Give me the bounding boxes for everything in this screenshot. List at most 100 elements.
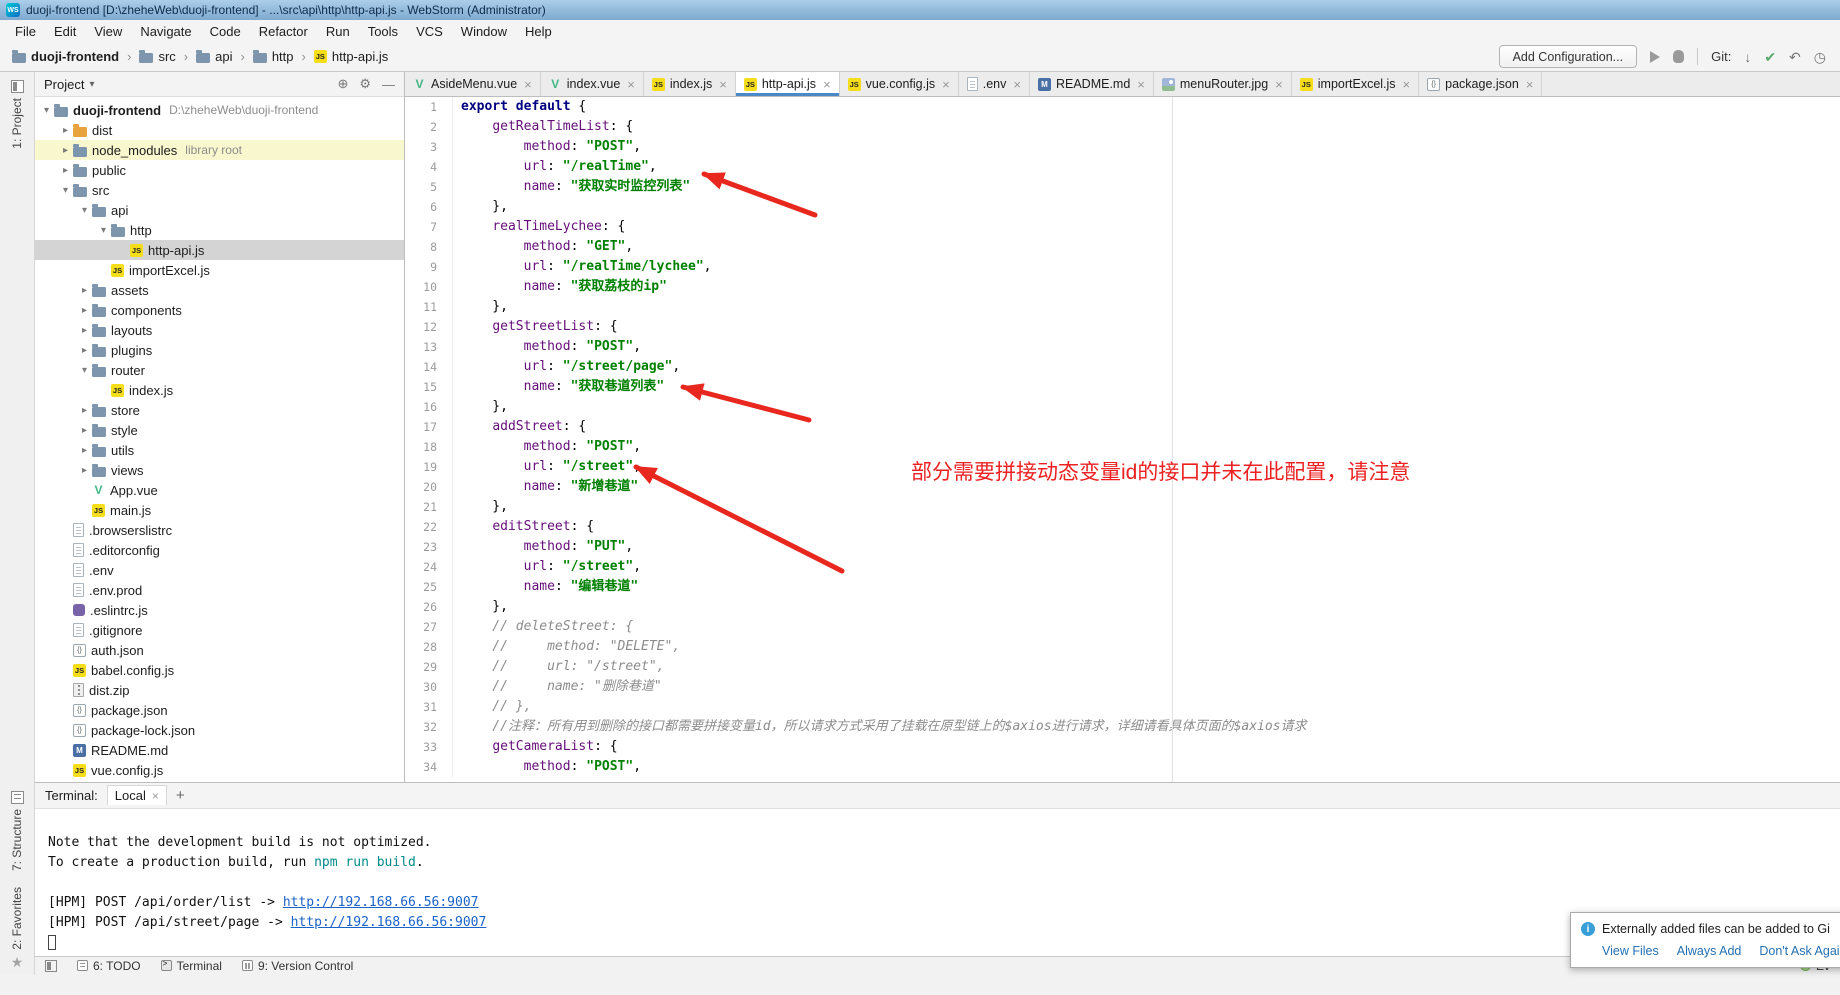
breadcrumb-item-http-api.js[interactable]: JShttp-api.js	[312, 49, 390, 64]
menu-window[interactable]: Window	[452, 22, 516, 41]
menu-edit[interactable]: Edit	[45, 22, 85, 41]
breadcrumb-item-duoji-frontend[interactable]: duoji-frontend	[10, 49, 121, 64]
tab-.env[interactable]: .env×	[959, 72, 1030, 96]
chevron-down-icon[interactable]: ▾	[39, 105, 54, 116]
project-tool-button[interactable]: 1: Project	[10, 80, 24, 149]
chevron-right-icon[interactable]: ▸	[77, 425, 92, 436]
close-icon[interactable]: ×	[1013, 77, 1021, 92]
debug-icon[interactable]	[1673, 50, 1684, 63]
tree-item-README.md[interactable]: MREADME.md	[35, 740, 404, 760]
tree-item-package.json[interactable]: {}package.json	[35, 700, 404, 720]
chevron-right-icon[interactable]: ▸	[77, 305, 92, 316]
statusbar-vcs[interactable]: 9: Version Control	[242, 959, 353, 973]
breadcrumb-item-api[interactable]: api	[194, 49, 234, 64]
chevron-right-icon[interactable]: ▸	[77, 285, 92, 296]
tree-item-layouts[interactable]: ▸layouts	[35, 320, 404, 340]
terminal-link[interactable]: http://192.168.66.56:9007	[291, 915, 487, 930]
structure-tool-button[interactable]: 7: Structure	[10, 791, 24, 871]
chevron-right-icon[interactable]: ▸	[77, 345, 92, 356]
notification-action-view-files[interactable]: View Files	[1602, 944, 1659, 958]
tree-item-views[interactable]: ▸views	[35, 460, 404, 480]
tree-item-.browserslistrc[interactable]: .browserslistrc	[35, 520, 404, 540]
code-area[interactable]: 1export default {2 getRealTimeList: {3 m…	[405, 97, 1840, 782]
chevron-right-icon[interactable]: ▸	[58, 125, 73, 136]
tab-index.vue[interactable]: Vindex.vue×	[541, 72, 644, 96]
statusbar-terminal[interactable]: Terminal	[161, 959, 222, 973]
menu-help[interactable]: Help	[516, 22, 561, 41]
locate-file-icon[interactable]: ⊕	[337, 76, 348, 92]
chevron-down-icon[interactable]: ▾	[77, 205, 92, 216]
project-panel-title[interactable]: Project	[44, 77, 84, 92]
tree-item-.env.prod[interactable]: .env.prod	[35, 580, 404, 600]
vcs-commit-icon[interactable]: ✔	[1764, 50, 1776, 64]
chevron-right-icon[interactable]: ▸	[77, 465, 92, 476]
vcs-history-icon[interactable]: ◷	[1814, 50, 1826, 64]
tree-item-public[interactable]: ▸public	[35, 160, 404, 180]
new-terminal-icon[interactable]: +	[176, 787, 185, 804]
tree-item-plugins[interactable]: ▸plugins	[35, 340, 404, 360]
tree-item-.gitignore[interactable]: .gitignore	[35, 620, 404, 640]
tab-index.js[interactable]: JSindex.js×	[644, 72, 736, 96]
chevron-down-icon[interactable]: ▾	[58, 185, 73, 196]
close-icon[interactable]: ×	[823, 77, 831, 92]
terminal-link[interactable]: http://192.168.66.56:9007	[283, 895, 479, 910]
tab-vue.config.js[interactable]: JSvue.config.js×	[840, 72, 959, 96]
breadcrumb-item-src[interactable]: src	[137, 49, 177, 64]
tree-item-main.js[interactable]: JSmain.js	[35, 500, 404, 520]
tree-item-.env[interactable]: .env	[35, 560, 404, 580]
menu-code[interactable]: Code	[201, 22, 250, 41]
tab-AsideMenu.vue[interactable]: VAsideMenu.vue×	[405, 72, 541, 96]
statusbar-todo[interactable]: 6: TODO	[77, 959, 141, 973]
menu-run[interactable]: Run	[317, 22, 359, 41]
tree-item-style[interactable]: ▸style	[35, 420, 404, 440]
tree-item-App.vue[interactable]: VApp.vue	[35, 480, 404, 500]
menu-view[interactable]: View	[85, 22, 131, 41]
toolwindow-toggle-icon[interactable]	[45, 960, 57, 972]
chevron-right-icon[interactable]: ▸	[77, 445, 92, 456]
tab-menuRouter.jpg[interactable]: menuRouter.jpg×	[1154, 72, 1292, 96]
tree-item-store[interactable]: ▸store	[35, 400, 404, 420]
close-icon[interactable]: ×	[627, 77, 635, 92]
tree-item-router[interactable]: ▾router	[35, 360, 404, 380]
favorites-tool-button[interactable]: 2: Favorites ★	[10, 887, 24, 969]
tree-item-.editorconfig[interactable]: .editorconfig	[35, 540, 404, 560]
tab-package.json[interactable]: {}package.json×	[1419, 72, 1542, 96]
menu-file[interactable]: File	[6, 22, 45, 41]
close-icon[interactable]: ×	[152, 789, 159, 803]
close-icon[interactable]: ×	[719, 77, 727, 92]
menu-refactor[interactable]: Refactor	[250, 22, 317, 41]
tree-item-importExcel.js[interactable]: JSimportExcel.js	[35, 260, 404, 280]
project-tree[interactable]: ▾duoji-frontendD:\zheheWeb\duoji-fronten…	[35, 97, 404, 782]
vcs-revert-icon[interactable]: ↶	[1789, 50, 1801, 64]
tree-item-http[interactable]: ▾http	[35, 220, 404, 240]
tab-http-api.js[interactable]: JShttp-api.js×	[736, 72, 840, 96]
tree-item-package-lock.json[interactable]: {}package-lock.json	[35, 720, 404, 740]
tree-item-http-api.js[interactable]: JShttp-api.js	[35, 240, 404, 260]
menu-tools[interactable]: Tools	[359, 22, 407, 41]
tree-item-duoji-frontend[interactable]: ▾duoji-frontendD:\zheheWeb\duoji-fronten…	[35, 100, 404, 120]
tree-item-.eslintrc.js[interactable]: .eslintrc.js	[35, 600, 404, 620]
tree-item-babel.config.js[interactable]: JSbabel.config.js	[35, 660, 404, 680]
tree-item-dist[interactable]: ▸dist	[35, 120, 404, 140]
close-icon[interactable]: ×	[1403, 77, 1411, 92]
tree-item-components[interactable]: ▸components	[35, 300, 404, 320]
notification-action-don't-ask-agai[interactable]: Don't Ask Agai	[1759, 944, 1839, 958]
tree-item-assets[interactable]: ▸assets	[35, 280, 404, 300]
menu-vcs[interactable]: VCS	[407, 22, 452, 41]
close-icon[interactable]: ×	[1137, 77, 1145, 92]
tree-item-node_modules[interactable]: ▸node_moduleslibrary root	[35, 140, 404, 160]
chevron-down-icon[interactable]: ▾	[77, 365, 92, 376]
tree-item-dist.zip[interactable]: dist.zip	[35, 680, 404, 700]
tree-item-src[interactable]: ▾src	[35, 180, 404, 200]
close-icon[interactable]: ×	[942, 77, 950, 92]
terminal-tab-local[interactable]: Local ×	[107, 785, 167, 805]
tree-item-api[interactable]: ▾api	[35, 200, 404, 220]
close-icon[interactable]: ×	[524, 77, 532, 92]
notification-action-always-add[interactable]: Always Add	[1677, 944, 1742, 958]
chevron-right-icon[interactable]: ▸	[58, 165, 73, 176]
run-icon[interactable]	[1650, 51, 1660, 63]
tree-item-auth.json[interactable]: {}auth.json	[35, 640, 404, 660]
gear-icon[interactable]: ⚙	[359, 76, 371, 92]
tab-importExcel.js[interactable]: JSimportExcel.js×	[1292, 72, 1419, 96]
chevron-right-icon[interactable]: ▸	[77, 325, 92, 336]
